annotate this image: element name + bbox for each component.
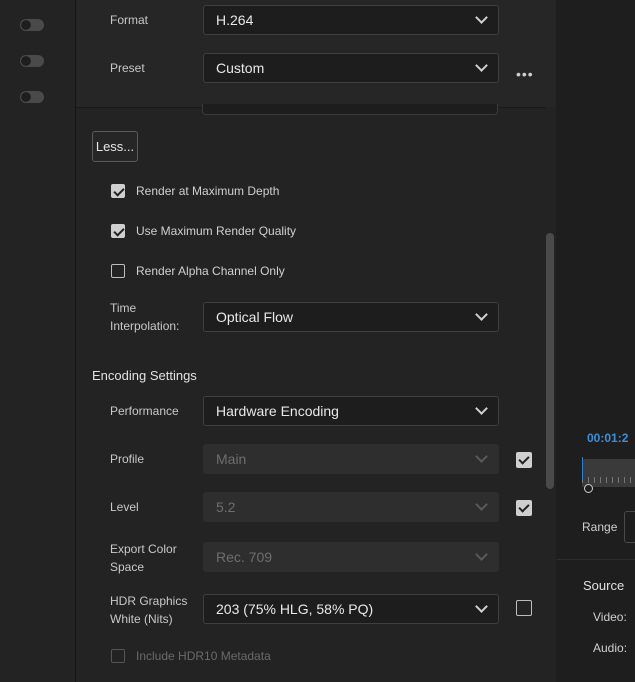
toggle-switch[interactable] [20,91,44,103]
render-max-depth-checkbox[interactable] [111,184,125,198]
time-interpolation-value: Optical Flow [216,309,294,325]
video-label: Video: [593,610,627,624]
timeline-ticks [582,477,635,483]
scrollbar-thumb[interactable] [546,233,554,489]
alpha-channel-only-checkbox[interactable] [111,264,125,278]
encoding-settings-title: Encoding Settings [92,368,197,383]
color-space-value: Rec. 709 [216,549,273,565]
divider [557,559,635,560]
preset-value: Custom [216,60,265,76]
hdr10-metadata-checkbox[interactable] [111,649,125,663]
hdr-white-label-1: HDR Graphics [110,594,188,608]
source-title: Source [583,578,625,593]
range-dropdown[interactable] [624,511,635,543]
time-interpolation-label-1: Time [110,301,137,315]
level-value: 5.2 [216,499,236,515]
chevron-down-icon [475,59,488,72]
profile-auto-checkbox[interactable] [516,452,532,468]
alpha-channel-only-label: Render Alpha Channel Only [136,264,285,278]
chevron-down-icon [475,498,488,511]
color-space-label-1: Export Color [110,542,177,556]
hdr-white-value: 203 (75% HLG, 58% PQ) [216,601,374,617]
more-options-icon[interactable]: ••• [516,66,534,82]
performance-dropdown[interactable]: Hardware Encoding [203,396,499,426]
toggle-knob [21,92,31,102]
hdr10-metadata-label: Include HDR10 Metadata [136,649,271,663]
in-point-handle[interactable] [584,484,593,493]
level-dropdown[interactable]: 5.2 [203,492,499,522]
chevron-down-icon [475,548,488,561]
color-space-label-2: Space [110,560,145,574]
toggle-switch[interactable] [20,55,44,67]
format-preset-section: Format H.264 Preset Custom ••• [76,0,556,108]
timecode-display[interactable]: 00:01:2 [587,431,628,445]
range-label: Range [582,520,618,534]
hdr-white-checkbox[interactable] [516,600,532,616]
profile-label: Profile [110,452,145,466]
preview-panel: 00:01:2 Range Source Video: Audio: [557,0,635,682]
time-interpolation-dropdown[interactable]: Optical Flow [203,302,499,332]
format-value: H.264 [216,12,254,28]
chevron-down-icon [475,11,488,24]
profile-value: Main [216,451,247,467]
preset-label: Preset [110,61,145,75]
color-space-dropdown[interactable]: Rec. 709 [203,542,499,572]
toggle-knob [21,20,31,30]
less-button[interactable]: Less... [92,131,138,162]
chevron-down-icon [475,308,488,321]
toggle-switch[interactable] [20,19,44,31]
preset-dropdown[interactable]: Custom [203,53,499,83]
chevron-down-icon [475,402,488,415]
playhead[interactable] [582,457,583,479]
max-render-quality-checkbox[interactable] [111,224,125,238]
chevron-down-icon [475,450,488,463]
left-rail [0,0,76,682]
profile-dropdown[interactable]: Main [203,444,499,474]
hdr-white-dropdown[interactable]: 203 (75% HLG, 58% PQ) [203,594,499,624]
performance-value: Hardware Encoding [216,403,339,419]
export-settings-panel: Format H.264 Preset Custom ••• Less... R… [76,0,556,682]
audio-label: Audio: [593,641,628,655]
level-auto-checkbox[interactable] [516,500,532,516]
level-label: Level [110,500,139,514]
toggle-knob [21,56,31,66]
time-interpolation-label-2: Interpolation: [110,319,180,333]
chevron-down-icon [475,600,488,613]
hdr-white-label-2: White (Nits) [110,612,173,626]
format-label: Format [110,13,149,27]
format-dropdown[interactable]: H.264 [203,5,499,35]
render-max-depth-label: Render at Maximum Depth [136,184,280,198]
timeline-scrubber[interactable] [582,457,635,487]
max-render-quality-label: Use Maximum Render Quality [136,224,297,238]
hidden-field-edge [202,104,498,115]
performance-label: Performance [110,404,179,418]
